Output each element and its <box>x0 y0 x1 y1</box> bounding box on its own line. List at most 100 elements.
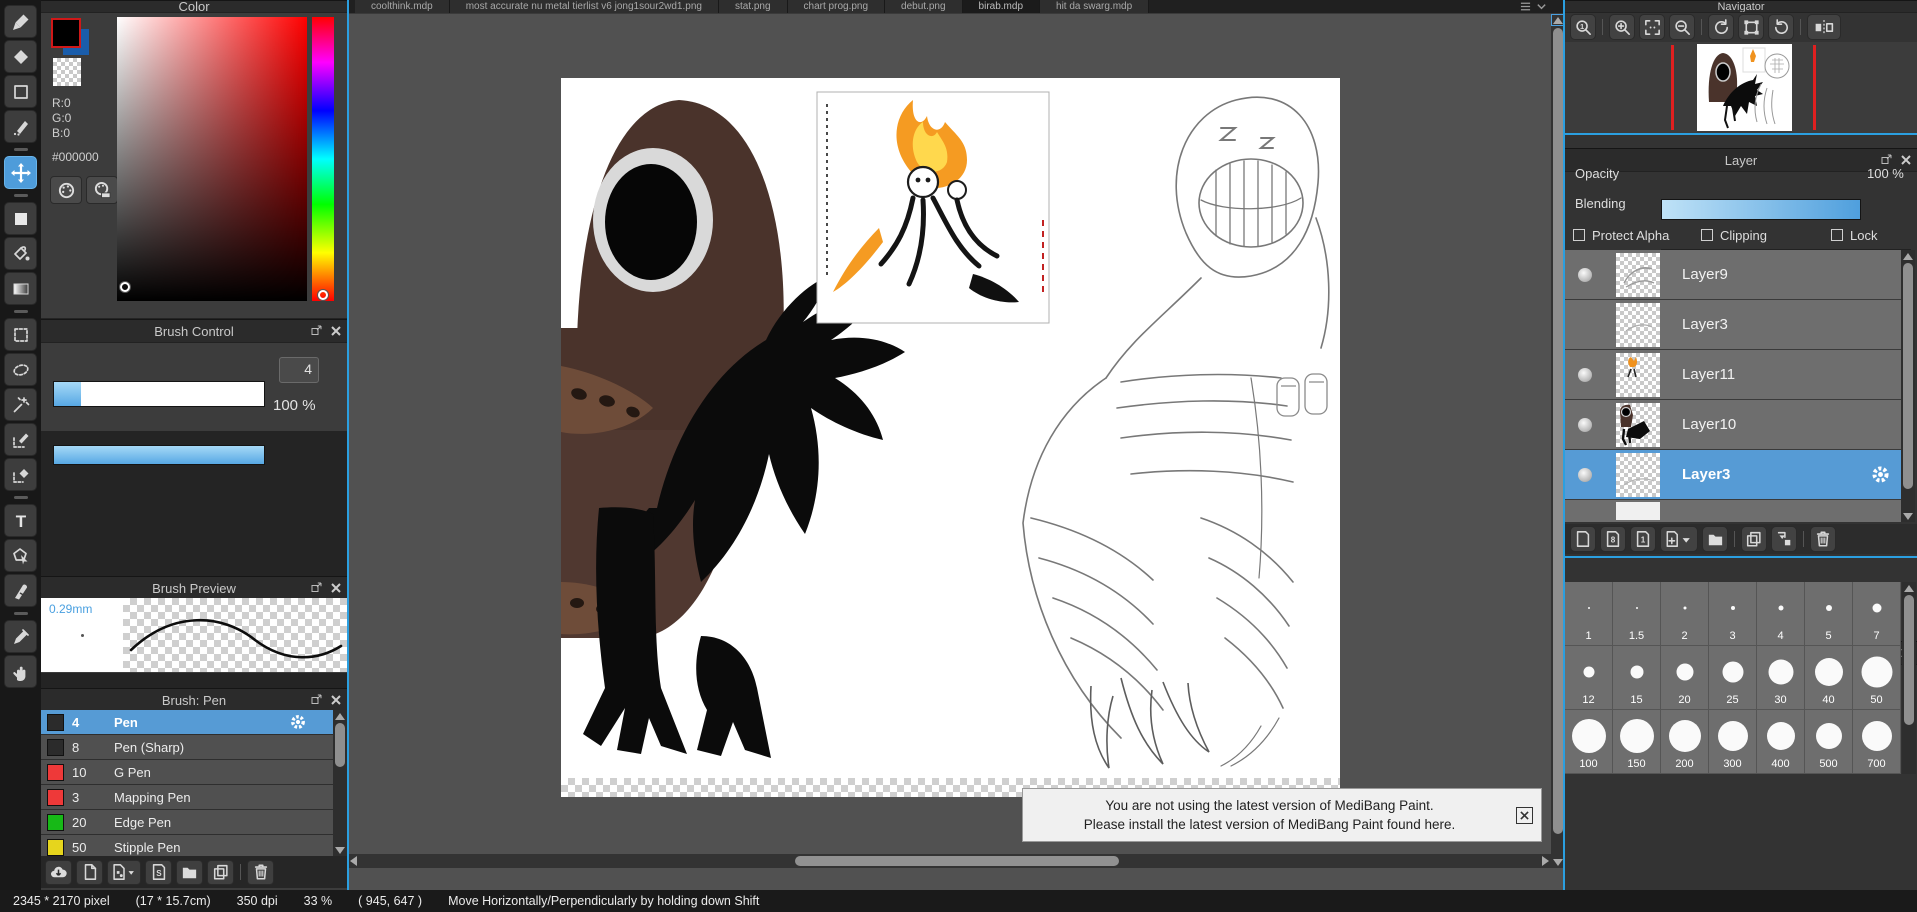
operation-tool[interactable] <box>4 539 37 572</box>
panel-divider[interactable] <box>1565 133 1917 135</box>
scrollbar-thumb[interactable] <box>1553 28 1563 834</box>
duplicate-brush-button[interactable] <box>207 859 234 885</box>
brush-folder-button[interactable] <box>176 859 203 885</box>
canvas-document[interactable] <box>561 78 1340 797</box>
text-tool[interactable]: T <box>4 504 37 537</box>
fill-tool[interactable] <box>4 202 37 235</box>
script-brush-button[interactable]: S <box>145 859 172 885</box>
close-icon[interactable] <box>328 580 343 595</box>
close-icon[interactable] <box>1898 152 1913 167</box>
popout-icon[interactable] <box>309 323 324 338</box>
layer-visibility-dot[interactable] <box>1578 467 1592 482</box>
brush-size-cell[interactable]: 100 <box>1565 710 1613 774</box>
layer-visibility-dot[interactable] <box>1578 417 1592 432</box>
brush-row[interactable]: 20 Edge Pen <box>41 810 333 835</box>
select-eraser-tool[interactable] <box>4 458 37 491</box>
hue-cursor[interactable] <box>318 290 328 300</box>
brush-row[interactable]: 50 Stipple Pen <box>41 835 333 856</box>
dot-tool[interactable] <box>4 110 37 143</box>
brush-size-cell[interactable]: 400 <box>1757 710 1805 774</box>
layer-opacity-slider[interactable] <box>1661 199 1861 220</box>
brush-size-cell[interactable]: 5 <box>1805 582 1853 646</box>
merge-layer-button[interactable] <box>1771 526 1797 552</box>
sv-cursor[interactable] <box>120 282 130 292</box>
document-tab[interactable]: debut.png <box>885 0 963 13</box>
document-tab[interactable]: chart prog.png <box>787 0 886 13</box>
gradient-tool[interactable] <box>4 272 37 305</box>
popout-icon[interactable] <box>309 580 324 595</box>
zoom-100-button[interactable]: 1 <box>1570 14 1596 40</box>
rotate-ccw-button[interactable] <box>1708 14 1734 40</box>
close-icon[interactable] <box>328 323 343 338</box>
bucket-tool[interactable] <box>4 237 37 270</box>
layer-row[interactable]: Layer11 <box>1565 350 1901 400</box>
brush-size-cell[interactable]: 700 <box>1853 710 1901 774</box>
scroll-right-arrow[interactable] <box>1539 854 1551 868</box>
brush-settings-gear-icon[interactable] <box>289 713 307 736</box>
brush-row[interactable]: 8 Pen (Sharp) <box>41 735 333 760</box>
panel-divider[interactable] <box>1565 556 1917 558</box>
brush-size-cell[interactable]: 300 <box>1709 710 1757 774</box>
brush-size-cell[interactable]: 150 <box>1613 710 1661 774</box>
scroll-up-arrow[interactable] <box>1902 582 1916 594</box>
layer-visibility-dot[interactable] <box>1578 367 1592 382</box>
new-brush-type-button[interactable] <box>107 859 141 885</box>
notification-close-button[interactable] <box>1516 806 1533 824</box>
add-layer-button[interactable] <box>1570 526 1596 552</box>
palette-edit-button[interactable] <box>86 176 118 204</box>
layer-list-scrollbar[interactable] <box>1901 250 1915 522</box>
zoom-out-button[interactable] <box>1669 14 1695 40</box>
brush-size-cell[interactable]: 500 <box>1805 710 1853 774</box>
dock-splitter-left[interactable] <box>347 0 349 890</box>
layer-settings-gear-icon[interactable] <box>1870 464 1891 490</box>
scrollbar-thumb[interactable] <box>1904 595 1914 725</box>
hue-bar[interactable] <box>312 17 334 301</box>
brush-size-cell[interactable]: 1 <box>1565 582 1613 646</box>
clipping-checkbox[interactable]: Clipping <box>1701 228 1809 243</box>
scrollbar-thumb[interactable] <box>795 856 1119 866</box>
popout-icon[interactable] <box>1879 152 1894 167</box>
select-tool[interactable] <box>4 318 37 351</box>
hand-tool[interactable] <box>4 655 37 688</box>
brush-list-scrollbar[interactable] <box>333 710 347 856</box>
duplicate-layer-button[interactable] <box>1741 526 1767 552</box>
brush-size-cell[interactable]: 25 <box>1709 646 1757 710</box>
tab-menu-icon[interactable] <box>1536 1 1547 12</box>
brush-size-cell[interactable]: 40 <box>1805 646 1853 710</box>
fit-to-screen-button[interactable] <box>1639 14 1665 40</box>
delete-layer-button[interactable] <box>1810 526 1836 552</box>
brush-size-value[interactable]: 4 <box>279 357 319 383</box>
brush-size-slider[interactable] <box>53 381 265 407</box>
scroll-up-arrow[interactable] <box>1901 250 1915 262</box>
delete-brush-button[interactable] <box>247 859 274 885</box>
eyedropper-tool[interactable] <box>4 620 37 653</box>
reset-rotation-button[interactable] <box>1738 14 1764 40</box>
palette-button[interactable] <box>50 176 82 204</box>
protect-alpha-checkbox[interactable]: Protect Alpha <box>1573 228 1691 243</box>
tab-list-icon[interactable] <box>1520 1 1531 12</box>
brush-size-cell[interactable]: 200 <box>1661 710 1709 774</box>
rotate-cw-button[interactable] <box>1768 14 1794 40</box>
scrollbar-thumb[interactable] <box>335 723 345 767</box>
layer-row-partial[interactable] <box>1565 500 1901 522</box>
download-brush-button[interactable] <box>45 859 72 885</box>
zoom-in-button[interactable] <box>1609 14 1635 40</box>
layer-row-selected[interactable]: Layer3 <box>1565 450 1901 500</box>
brush-size-cell[interactable]: 7 <box>1853 582 1901 646</box>
brush-row[interactable]: 3 Mapping Pen <box>41 785 333 810</box>
brush-size-cell[interactable]: 3 <box>1709 582 1757 646</box>
navigator-thumbnail[interactable] <box>1697 44 1792 131</box>
saturation-value-picker[interactable] <box>117 17 307 301</box>
brush-size-cell[interactable]: 50 <box>1853 646 1901 710</box>
navigator-view[interactable] <box>1565 42 1917 133</box>
lock-checkbox[interactable]: Lock <box>1831 228 1877 243</box>
brush-size-cell[interactable]: 12 <box>1565 646 1613 710</box>
brush-tool[interactable] <box>4 5 37 38</box>
layer-row[interactable]: Layer9 <box>1565 250 1901 300</box>
layer-row[interactable]: Layer10 <box>1565 400 1901 450</box>
brush-size-scrollbar[interactable] <box>1902 582 1916 774</box>
eraser-tool[interactable] <box>4 40 37 73</box>
document-tab[interactable]: hit da swarg.mdp <box>1040 0 1150 13</box>
add-layer-menu-button[interactable] <box>1660 526 1698 552</box>
document-tab[interactable]: stat.png <box>718 0 788 13</box>
